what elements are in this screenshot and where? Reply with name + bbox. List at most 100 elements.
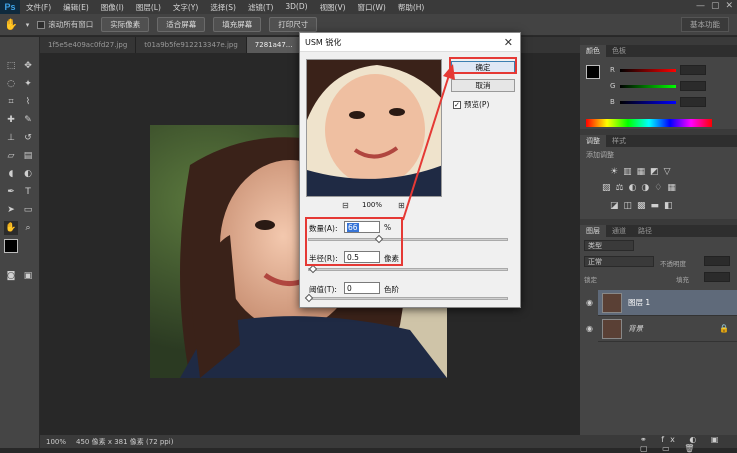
- hand-tool-icon[interactable]: ✋: [4, 221, 18, 235]
- workspace-button[interactable]: 基本功能: [681, 17, 729, 32]
- lasso-tool-icon[interactable]: ◌: [4, 77, 18, 91]
- fit-screen-button[interactable]: 适合屏幕: [157, 17, 206, 32]
- tab-swatches[interactable]: 色板: [606, 45, 632, 57]
- blue-slider[interactable]: [620, 101, 676, 104]
- scroll-all-checkbox[interactable]: [37, 21, 46, 29]
- tab-paths[interactable]: 路径: [632, 225, 658, 237]
- type-tool-icon[interactable]: T: [21, 185, 35, 199]
- menu-item[interactable]: 编辑(E): [57, 2, 95, 13]
- zoom-out-icon[interactable]: ⊟: [342, 201, 349, 210]
- foreground-color-swatch[interactable]: [4, 239, 18, 253]
- quick-mask-icon[interactable]: ◙: [4, 269, 18, 283]
- fill-screen-button[interactable]: 填充屏幕: [213, 17, 262, 32]
- layer-filter-kind[interactable]: 类型: [584, 240, 634, 251]
- menu-item[interactable]: 滤镜(T): [242, 2, 279, 13]
- color-fg-swatch[interactable]: [586, 65, 600, 79]
- history-brush-icon[interactable]: ↺: [21, 131, 35, 145]
- healing-brush-icon[interactable]: ✚: [4, 113, 18, 127]
- layer-thumbnail: [602, 292, 622, 313]
- hand-tool-icon[interactable]: ✋: [4, 18, 18, 31]
- adjustment-icons-row1[interactable]: ☀▥▦◩▽: [610, 167, 676, 177]
- tab-channels[interactable]: 通道: [606, 225, 632, 237]
- blur-tool-icon[interactable]: ◖: [4, 167, 18, 181]
- menu-item[interactable]: 图层(L): [130, 2, 167, 13]
- zoom-tool-icon[interactable]: ⌕: [21, 221, 35, 235]
- scroll-all-windows[interactable]: 滚动所有窗口: [37, 19, 93, 30]
- radius-slider[interactable]: [308, 268, 508, 271]
- menu-item[interactable]: 视图(V): [314, 2, 352, 13]
- print-size-button[interactable]: 打印尺寸: [269, 17, 318, 32]
- fill-input[interactable]: [704, 272, 730, 282]
- layer-name: 图层 1: [628, 298, 651, 307]
- layer-row-background[interactable]: 背景 🔒: [598, 316, 737, 342]
- clone-stamp-icon[interactable]: ⊥: [4, 131, 18, 145]
- actual-pixels-button[interactable]: 实际像素: [101, 17, 150, 32]
- doc-tab-active[interactable]: 7281a47...: [246, 37, 302, 53]
- red-value-box[interactable]: [680, 65, 706, 75]
- lock-label: 锁定: [584, 276, 597, 284]
- color-spectrum-bar[interactable]: [586, 119, 712, 127]
- minimize-icon[interactable]: —: [696, 1, 705, 11]
- radius-slider-thumb[interactable]: [308, 264, 318, 274]
- menu-item[interactable]: 3D(D): [279, 2, 313, 13]
- green-slider[interactable]: [620, 85, 676, 88]
- threshold-unit: 色阶: [384, 285, 399, 294]
- opacity-input[interactable]: [704, 256, 730, 266]
- amount-input[interactable]: 66: [344, 221, 380, 233]
- crop-tool-icon[interactable]: ⌗: [4, 95, 18, 109]
- screen-mode-icon[interactable]: ▣: [21, 269, 35, 283]
- menu-item[interactable]: 选择(S): [204, 2, 242, 13]
- tab-styles[interactable]: 样式: [606, 135, 632, 147]
- eraser-icon[interactable]: ▱: [4, 149, 18, 163]
- fill-label: 填充: [676, 276, 689, 284]
- brush-tool-icon[interactable]: ✎: [21, 113, 35, 127]
- doc-tab[interactable]: t01a9b5fe912213347e.jpg: [136, 37, 247, 53]
- annotation-arrow-line: [402, 71, 451, 221]
- amount-slider-thumb[interactable]: [374, 234, 384, 244]
- eye-icon[interactable]: ◉: [586, 298, 596, 308]
- dodge-tool-icon[interactable]: ◐: [21, 167, 35, 181]
- marquee-tool-icon[interactable]: ⬚: [4, 59, 18, 73]
- threshold-slider[interactable]: [308, 297, 508, 300]
- zoom-level[interactable]: 100%: [46, 438, 66, 446]
- menu-item[interactable]: 文字(Y): [167, 2, 204, 13]
- menu-item[interactable]: 帮助(H): [392, 2, 431, 13]
- pen-tool-icon[interactable]: ✒: [4, 185, 18, 199]
- menu-item[interactable]: 文件(F): [20, 2, 57, 13]
- adjustment-icons-row3[interactable]: ◪◫▩▬◧: [610, 201, 678, 211]
- layer-row-layer1[interactable]: 图层 1: [598, 290, 737, 316]
- tab-color[interactable]: 颜色: [580, 45, 606, 57]
- gradient-icon[interactable]: ▤: [21, 149, 35, 163]
- doc-tab[interactable]: 1f5e5e409ac0fd27.jpg: [40, 37, 137, 53]
- blend-mode-select[interactable]: 正常: [584, 256, 654, 267]
- menu-items: 文件(F) 编辑(E) 图像(I) 图层(L) 文字(Y) 选择(S) 滤镜(T) 3D(D)…: [20, 2, 430, 13]
- close-icon[interactable]: ✕: [504, 36, 513, 49]
- blue-value-box[interactable]: [680, 97, 706, 107]
- move-tool-icon[interactable]: ✥: [21, 59, 35, 73]
- menu-item[interactable]: 窗口(W): [352, 2, 392, 13]
- eyedropper-icon[interactable]: ⌇: [21, 95, 35, 109]
- layer-thumbnail: [602, 318, 622, 339]
- channel-r-label: R: [610, 66, 615, 74]
- path-select-icon[interactable]: ➤: [4, 203, 18, 217]
- close-icon[interactable]: ✕: [725, 1, 733, 11]
- green-value-box[interactable]: [680, 81, 706, 91]
- menu-bar: Ps 文件(F) 编辑(E) 图像(I) 图层(L) 文字(Y) 选择(S) 滤镜(T) 3D…: [0, 0, 737, 14]
- layer-actions-bar[interactable]: ⚭ fx ◐ ▣ ▢ ▭ 🗑: [580, 435, 737, 453]
- amount-slider[interactable]: [308, 238, 508, 241]
- adjustment-icons-row2[interactable]: ▨⚖◐◑♢▦: [602, 183, 681, 193]
- menu-item[interactable]: 图像(I): [95, 2, 130, 13]
- threshold-slider-thumb[interactable]: [304, 293, 314, 303]
- radius-input[interactable]: 0.5: [344, 251, 380, 263]
- maximize-icon[interactable]: ▢: [711, 1, 720, 11]
- tool-preset-icon[interactable]: ▾: [26, 21, 30, 29]
- threshold-input[interactable]: 0: [344, 282, 380, 294]
- annotation-arrow-head: [443, 64, 455, 80]
- tab-layers[interactable]: 图层: [580, 225, 606, 237]
- shape-tool-icon[interactable]: ▭: [21, 203, 35, 217]
- red-slider[interactable]: [620, 69, 676, 72]
- radius-unit: 像素: [384, 254, 399, 263]
- tab-adjustments[interactable]: 调整: [580, 135, 606, 147]
- eye-icon[interactable]: ◉: [586, 324, 596, 334]
- magic-wand-icon[interactable]: ✦: [21, 77, 35, 91]
